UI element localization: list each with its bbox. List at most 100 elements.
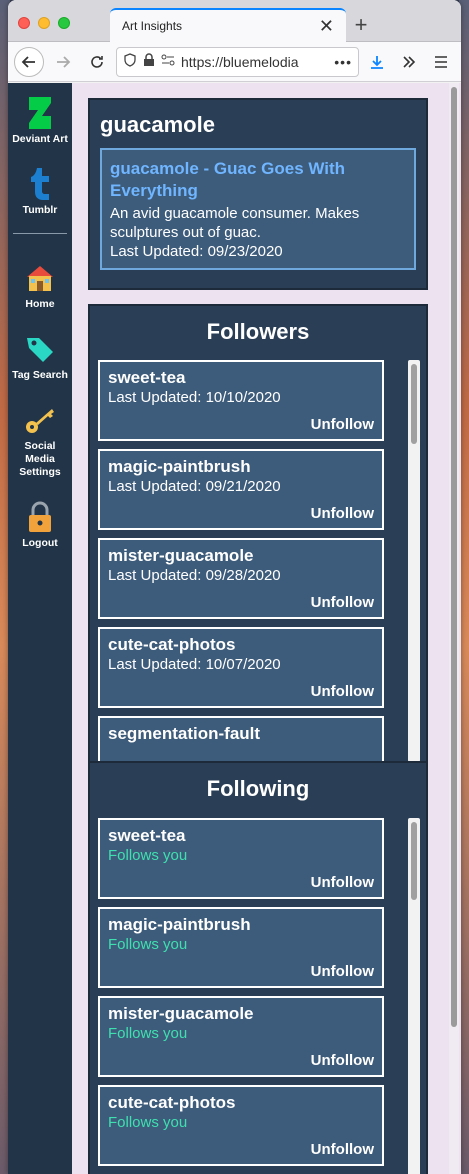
user-name-link[interactable]: cute-cat-photos [108,1093,374,1113]
close-window-button[interactable] [18,17,30,29]
forward-button[interactable] [48,47,78,77]
sidebar: Deviant Art Tumblr Home Tag Search Socia… [8,83,72,1174]
follows-you-label: Follows you [108,1114,188,1131]
sidebar-item-tag-search[interactable]: Tag Search [10,333,70,382]
last-updated: Last Updated: 09/28/2020 [108,567,281,584]
following-list: sweet-tea Follows you Unfollow magic-pai… [98,818,416,1174]
tumblr-icon [24,168,56,200]
following-card: Following sweet-tea Follows you Unfollow… [88,761,428,1174]
tag-icon [24,333,56,365]
scroll-thumb[interactable] [411,822,417,900]
unfollow-button[interactable]: Unfollow [311,505,374,522]
sidebar-item-label: Home [25,298,55,310]
minimize-window-button[interactable] [38,17,50,29]
title-bar: Art Insights ✕ + [8,0,461,42]
user-name-link[interactable]: magic-paintbrush [108,457,374,477]
new-tab-button[interactable]: + [346,12,376,38]
list-item: segmentation-fault [98,716,384,762]
arrow-left-icon [21,55,35,68]
sidebar-divider [13,233,67,234]
page-scrollbar[interactable] [449,83,459,1174]
overflow-menu-button[interactable] [395,47,423,77]
followers-list: sweet-tea Last Updated: 10/10/2020 Unfol… [98,360,416,762]
downloads-button[interactable] [363,47,391,77]
browser-tab[interactable]: Art Insights ✕ [110,8,346,42]
key-icon [24,404,56,436]
profile-description: An avid guacamole consumer. Makes sculpt… [110,205,360,241]
list-item: sweet-tea Last Updated: 10/10/2020 Unfol… [98,360,384,441]
list-item: mister-guacamole Last Updated: 09/28/202… [98,538,384,619]
user-name-link[interactable]: segmentation-fault [108,724,374,744]
user-name-link[interactable]: magic-paintbrush [108,915,374,935]
sidebar-item-home[interactable]: Home [10,262,70,311]
user-name-link[interactable]: cute-cat-photos [108,635,374,655]
browser-window: Art Insights ✕ + https://bluemelodia ••• [8,0,461,1174]
list-item: magic-paintbrush Follows you Unfollow [98,907,384,988]
unfollow-button[interactable]: Unfollow [311,683,374,700]
unfollow-button[interactable]: Unfollow [311,1052,374,1069]
profile-name: guacamole [100,112,215,137]
download-icon [371,55,383,69]
unfollow-button[interactable]: Unfollow [311,1141,374,1158]
deviantart-icon [24,97,56,129]
unfollow-button[interactable]: Unfollow [311,963,374,980]
tab-close-icon[interactable]: ✕ [319,17,334,35]
sidebar-item-tumblr[interactable]: Tumblr [10,168,70,217]
sidebar-item-label: Tag Search [12,369,68,381]
house-icon [24,262,56,294]
following-scrollbar[interactable] [408,818,420,1174]
lock-icon [24,501,56,533]
user-name-link[interactable]: sweet-tea [108,368,374,388]
followers-scrollbar[interactable] [408,360,420,762]
sidebar-item-label: Logout [22,537,58,549]
last-updated: Last Updated: 10/10/2020 [108,389,281,406]
profile-card: guacamole guacamole - Guac Goes With Eve… [88,98,428,290]
user-name-link[interactable]: mister-guacamole [108,1004,374,1024]
follows-you-label: Follows you [108,1025,188,1042]
unfollow-button[interactable]: Unfollow [311,594,374,611]
page-content: Deviant Art Tumblr Home Tag Search Socia… [8,83,461,1174]
user-name-link[interactable]: sweet-tea [108,826,374,846]
sidebar-item-label: Tumblr [22,204,58,216]
unfollow-button[interactable]: Unfollow [311,874,374,891]
followers-title: Followers [206,319,310,344]
double-chevron-icon [403,55,416,68]
follows-you-label: Follows you [108,847,188,864]
browser-toolbar: https://bluemelodia ••• [8,42,461,82]
sidebar-item-label: Social Media Settings [19,440,61,478]
hamburger-menu-button[interactable] [427,47,455,77]
address-bar[interactable]: https://bluemelodia ••• [116,46,359,77]
back-button[interactable] [14,46,44,77]
arrow-right-icon [57,55,71,68]
scroll-thumb[interactable] [411,364,417,444]
window-controls [18,17,70,29]
profile-last-updated: Last Updated: 09/23/2020 [110,243,283,260]
followers-card: Followers sweet-tea Last Updated: 10/10/… [88,304,428,764]
reload-icon [91,55,103,68]
sidebar-item-label: Deviant Art [12,133,68,145]
last-updated: Last Updated: 10/07/2020 [108,656,281,673]
unfollow-button[interactable]: Unfollow [311,416,374,433]
list-item: cute-cat-photos Last Updated: 10/07/2020… [98,627,384,708]
permissions-icon[interactable] [161,54,175,69]
reload-button[interactable] [82,47,112,77]
page-actions-button[interactable]: ••• [334,54,352,70]
shield-icon[interactable] [123,53,137,70]
last-updated: Last Updated: 09/21/2020 [108,478,281,495]
sidebar-item-social-media-settings[interactable]: Social Media Settings [10,404,70,479]
following-title: Following [206,776,310,801]
profile-details: guacamole - Guac Goes With Everything An… [100,148,416,270]
list-item: mister-guacamole Follows you Unfollow [98,996,384,1077]
list-item: cute-cat-photos Follows you Unfollow [98,1085,384,1166]
tab-title: Art Insights [122,19,183,33]
follows-you-label: Follows you [108,936,188,953]
url-text: https://bluemelodia [181,53,299,70]
maximize-window-button[interactable] [58,17,70,29]
lock-icon[interactable] [143,53,155,70]
profile-title-link[interactable]: guacamole - Guac Goes With Everything [110,158,406,202]
list-item: sweet-tea Follows you Unfollow [98,818,384,899]
sidebar-item-deviantart[interactable]: Deviant Art [10,97,70,146]
sidebar-item-logout[interactable]: Logout [10,501,70,550]
user-name-link[interactable]: mister-guacamole [108,546,374,566]
scroll-thumb[interactable] [451,87,457,1027]
